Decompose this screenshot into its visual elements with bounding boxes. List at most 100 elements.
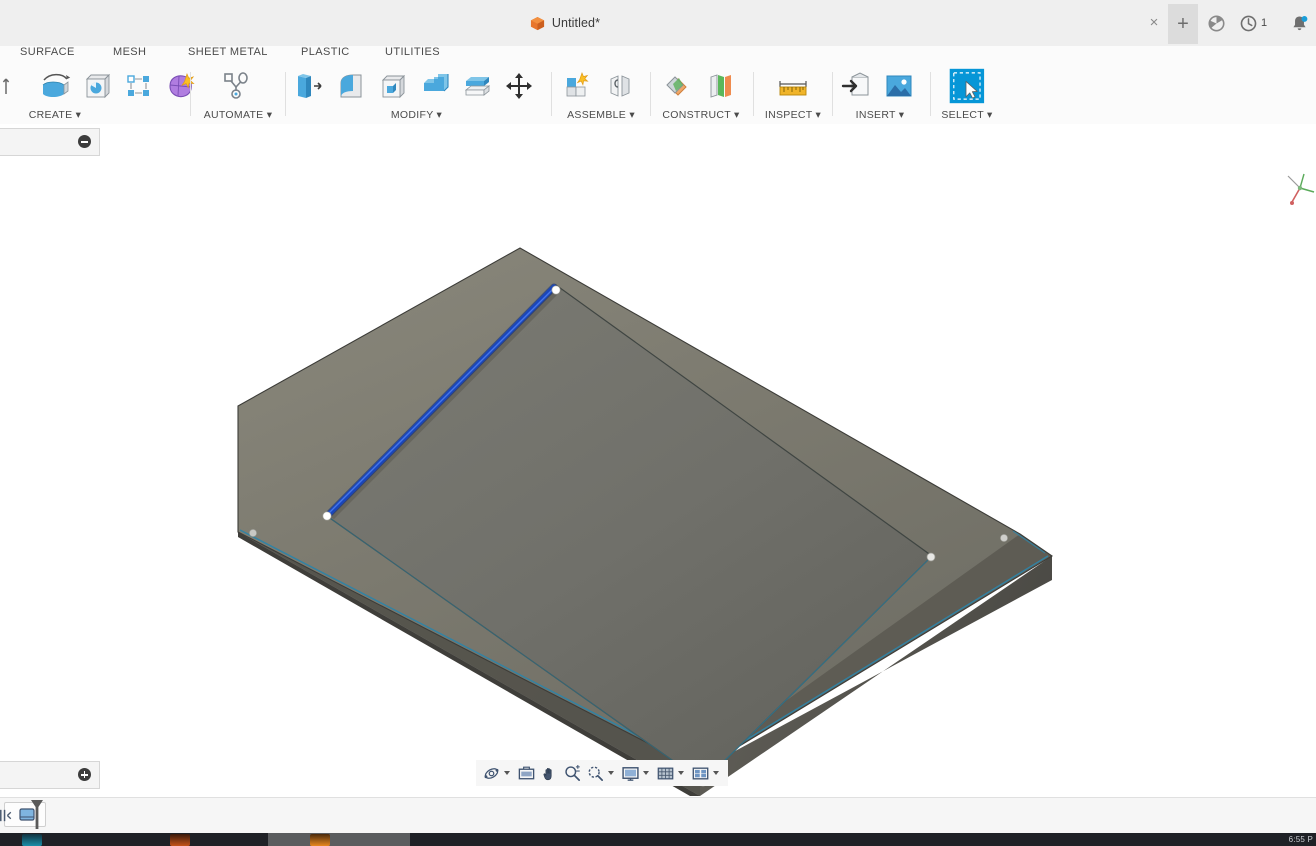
create-cylinder-icon[interactable]	[78, 68, 116, 104]
os-taskbar: 6:55 P	[0, 833, 1316, 846]
taskbar-app-2[interactable]	[170, 834, 190, 846]
ribbon-tab-row: SURFACE MESH SHEET METAL PLASTIC UTILITI…	[0, 46, 1316, 66]
ribbon-group-insert: INSERT ▾	[838, 66, 922, 124]
ribbon-group-inspect: INSPECT ▾	[760, 66, 826, 124]
group-separator	[551, 72, 552, 116]
vertex-dot	[551, 285, 561, 295]
look-at-button[interactable]	[515, 761, 538, 785]
title-bar: Untitled* × + 1	[0, 0, 1316, 47]
timeline-bar	[0, 797, 1316, 834]
orbit-icon	[484, 767, 499, 779]
create-pattern-icon[interactable]	[120, 68, 158, 104]
ribbon-group-automate: AUTOMATE ▾	[195, 66, 281, 124]
pan-hand-icon	[543, 767, 552, 780]
browser-panel-header	[0, 128, 100, 156]
ribbon-tab-utilities[interactable]: UTILITIES	[385, 46, 440, 58]
comments-panel-header	[0, 761, 100, 789]
vertex-dot	[926, 552, 936, 562]
ribbon-tab-plastic[interactable]: PLASTIC	[301, 46, 350, 58]
grid-icon	[657, 767, 674, 779]
recent-clock-icon[interactable]	[1239, 14, 1259, 34]
expand-comments-icon[interactable]	[78, 768, 91, 781]
ribbon-group-select-label[interactable]: SELECT ▾	[935, 109, 999, 121]
combine-icon[interactable]	[416, 68, 454, 104]
ribbon-group-assemble: ASSEMBLE ▾	[557, 66, 645, 124]
chevron-down-icon[interactable]	[678, 771, 684, 775]
fit-button[interactable]	[584, 761, 619, 785]
insert-derive-icon[interactable]	[838, 68, 876, 104]
ribbon-group-select: SELECT ▾	[935, 66, 999, 124]
plus-icon: +	[1177, 12, 1189, 35]
select-tool-icon[interactable]	[947, 68, 985, 104]
ribbon-group-construct: CONSTRUCT ▾	[655, 66, 747, 124]
ribbon-group-construct-label[interactable]: CONSTRUCT ▾	[655, 109, 747, 121]
new-component-icon[interactable]	[559, 68, 597, 104]
ribbon-group-modify-label[interactable]: MODIFY ▾	[290, 109, 543, 121]
step-backward-icon	[0, 809, 11, 821]
ribbon-tab-sheet-metal[interactable]: SHEET METAL	[188, 46, 268, 58]
viewports-button[interactable]	[689, 761, 724, 785]
automate-icon[interactable]	[217, 68, 255, 104]
collapse-browser-icon[interactable]	[78, 135, 91, 148]
shell-icon[interactable]	[374, 68, 412, 104]
ribbon-group-inspect-label[interactable]: INSPECT ▾	[760, 109, 826, 121]
ribbon-group-automate-label[interactable]: AUTOMATE ▾	[195, 109, 281, 121]
ribbon-tab-mesh[interactable]: MESH	[113, 46, 146, 58]
insert-canvas-image-icon[interactable]	[880, 68, 918, 104]
ribbon-group-modify: MODIFY ▾	[290, 66, 543, 124]
zoom-magnifier-icon	[565, 764, 581, 781]
joint-icon[interactable]	[601, 68, 639, 104]
press-pull-icon[interactable]	[290, 68, 328, 104]
group-separator	[832, 72, 833, 116]
orange-cube-icon	[530, 16, 545, 31]
midplane-icon[interactable]	[701, 68, 739, 104]
ribbon-group-assemble-label[interactable]: ASSEMBLE ▾	[557, 109, 645, 121]
measure-icon[interactable]	[774, 68, 812, 104]
pan-button[interactable]	[538, 761, 561, 785]
ribbon-group-insert-label[interactable]: INSERT ▾	[838, 109, 922, 121]
document-title: Untitled*	[551, 16, 601, 30]
orbit-button[interactable]	[480, 761, 515, 785]
ribbon-toolbar: CREATE ▾ AUTOMATE ▾ MODIFY ▾ ASSEMBLE ▾ …	[0, 66, 1316, 125]
viewcube-axis-triad[interactable]	[1270, 162, 1316, 226]
document-tab[interactable]: Untitled*	[0, 0, 1130, 46]
chevron-down-icon[interactable]	[713, 771, 719, 775]
vertex-dot	[249, 529, 257, 537]
job-status-icon[interactable]	[1207, 14, 1227, 34]
group-separator	[753, 72, 754, 116]
viewport-canvas[interactable]	[0, 124, 1316, 797]
close-tab-button[interactable]: ×	[1146, 15, 1162, 32]
taskbar-clock: 6:55 P	[1288, 835, 1313, 844]
offset-plane-icon[interactable]	[659, 68, 697, 104]
chevron-down-icon[interactable]	[643, 771, 649, 775]
view-navigation-bar	[476, 760, 728, 786]
new-tab-button[interactable]: +	[1168, 4, 1198, 44]
fillet-icon[interactable]	[332, 68, 370, 104]
bell-icon[interactable]	[1290, 14, 1310, 34]
model-3d-view[interactable]	[0, 124, 1316, 797]
look-at-icon	[518, 766, 535, 779]
timeline-playhead[interactable]	[28, 798, 44, 830]
recent-count: 1	[1261, 17, 1268, 29]
create-revolve-icon[interactable]	[36, 68, 74, 104]
chevron-down-icon[interactable]	[608, 771, 614, 775]
active-task-fusion[interactable]	[268, 833, 410, 846]
viewports-icon	[692, 767, 709, 779]
grid-snaps-button[interactable]	[654, 761, 689, 785]
chevron-down-icon[interactable]	[504, 771, 510, 775]
ribbon-group-create-label[interactable]: CREATE ▾	[0, 109, 120, 121]
move-copy-icon[interactable]	[500, 68, 538, 104]
taskbar-app-1[interactable]	[22, 834, 42, 846]
group-separator	[930, 72, 931, 116]
vertex-dot	[322, 511, 332, 521]
split-body-icon[interactable]	[458, 68, 496, 104]
taskbar-app-3[interactable]	[310, 834, 330, 846]
vertex-dot	[1000, 534, 1008, 542]
ribbon-tab-surface[interactable]: SURFACE	[20, 46, 75, 58]
extrude-arrow-icon[interactable]	[0, 68, 32, 104]
zoom-button[interactable]	[561, 761, 584, 785]
group-separator	[285, 72, 286, 116]
step-backward-button[interactable]	[0, 801, 16, 829]
fit-window-icon	[588, 766, 604, 781]
display-settings-button[interactable]	[619, 761, 654, 785]
